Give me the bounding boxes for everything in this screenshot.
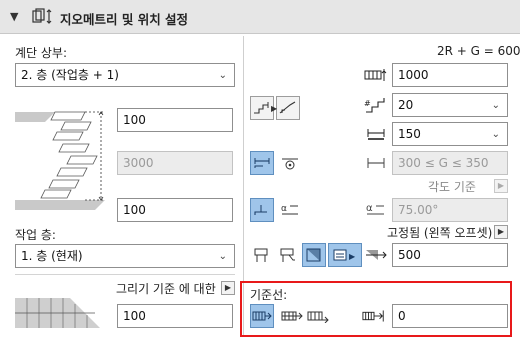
drawing-reference-field[interactable]: 100 <box>117 304 233 328</box>
svg-text:#: # <box>364 99 371 108</box>
flight-width-dropdown[interactable]: ▶ <box>494 225 508 239</box>
drawing-reference-label: 그리기 기준 에 대한 <box>116 282 216 296</box>
drawing-plan-diagram <box>15 296 105 335</box>
drawing-reference-dropdown[interactable]: ▶ <box>221 281 235 295</box>
baseline-label: 기준선: <box>250 288 288 302</box>
baseline-offset-field[interactable]: 0 <box>392 304 508 328</box>
top-offset-field[interactable]: 100 <box>117 108 233 132</box>
flight-width-field[interactable]: 500 <box>392 243 508 267</box>
angle-icon: α <box>364 198 388 222</box>
tread-range-icon <box>364 151 388 175</box>
stair-section-diagram <box>15 100 115 223</box>
home-story-label: 작업 층: <box>15 228 56 242</box>
tread-depth-icon <box>364 122 388 146</box>
baseline-offset-icon <box>362 304 386 328</box>
baseline-right-icon[interactable] <box>306 304 330 328</box>
home-story-select[interactable]: 1. 층 (현재) ⌄ <box>15 244 235 268</box>
chevron-down-icon: ⌄ <box>491 129 500 140</box>
riser-height-select-value: 20 <box>398 98 414 112</box>
svg-text:α: α <box>281 204 287 214</box>
geometry-settings-icon <box>30 8 54 29</box>
top-link-select-value: 2. 층 (작업층 + 1) <box>21 68 119 82</box>
chevron-down-icon: ⌄ <box>218 70 227 81</box>
baseline-center-icon[interactable] <box>280 304 304 328</box>
flight-width-label: 고정됨 (왼쪽 오프셋) <box>387 226 493 240</box>
chevron-down-icon: ⌄ <box>218 251 227 262</box>
align-left-icon[interactable] <box>250 243 274 267</box>
panel-title: 지오메트리 및 위치 설정 <box>60 12 189 27</box>
flight-width-icon <box>364 243 388 267</box>
tread-constraint-button[interactable] <box>250 151 274 175</box>
tread-depth-select-value: 150 <box>398 127 421 141</box>
tread-depth-select[interactable]: 150 ⌄ <box>392 122 508 146</box>
triangle-right-icon: ▶ <box>497 181 505 190</box>
flight-length-field[interactable]: 1000 <box>392 63 508 87</box>
walking-line-button[interactable] <box>250 198 274 222</box>
svg-text:▶: ▶ <box>349 252 356 261</box>
triangle-right-icon: ▶ <box>497 227 505 236</box>
angle-reference-dropdown[interactable]: ▶ <box>494 179 508 193</box>
tread-range-field[interactable]: 300 ≤ G ≤ 350 <box>392 151 508 175</box>
home-story-select-value: 1. 층 (현재) <box>21 249 83 263</box>
align-options-button[interactable]: ▶ <box>328 243 362 267</box>
stair-height-field[interactable]: 3000 <box>117 151 233 175</box>
bottom-offset-field[interactable]: 100 <box>117 198 233 222</box>
angle-field[interactable]: 75.00° <box>392 198 508 222</box>
slope-angle-icon[interactable]: α <box>278 198 302 222</box>
riser-height-select[interactable]: 20 ⌄ <box>392 93 508 117</box>
top-link-label: 계단 상부: <box>15 46 68 60</box>
angle-reference-label: 각도 기준 <box>428 180 476 194</box>
baseline-left-button[interactable] <box>250 304 274 328</box>
align-right-button[interactable] <box>302 243 326 267</box>
flight-length-icon <box>364 63 388 87</box>
chevron-down-icon: ⌄ <box>491 100 500 111</box>
stair-slope-button[interactable] <box>276 96 300 120</box>
triangle-right-icon[interactable]: ▶ <box>271 104 277 113</box>
divider <box>15 274 235 275</box>
top-link-select[interactable]: 2. 층 (작업층 + 1) ⌄ <box>15 63 235 87</box>
riser-height-icon: # <box>364 93 388 117</box>
stair-rule-text: 2R + G = 600 <box>437 44 520 58</box>
collapse-arrow-icon[interactable]: ▼ <box>10 10 18 23</box>
flight-alignment-buttons: ▶ <box>250 243 362 267</box>
align-center-icon[interactable] <box>276 243 300 267</box>
svg-text:α: α <box>366 203 373 214</box>
triangle-right-icon: ▶ <box>224 283 232 292</box>
tread-gear-icon[interactable] <box>278 151 302 175</box>
